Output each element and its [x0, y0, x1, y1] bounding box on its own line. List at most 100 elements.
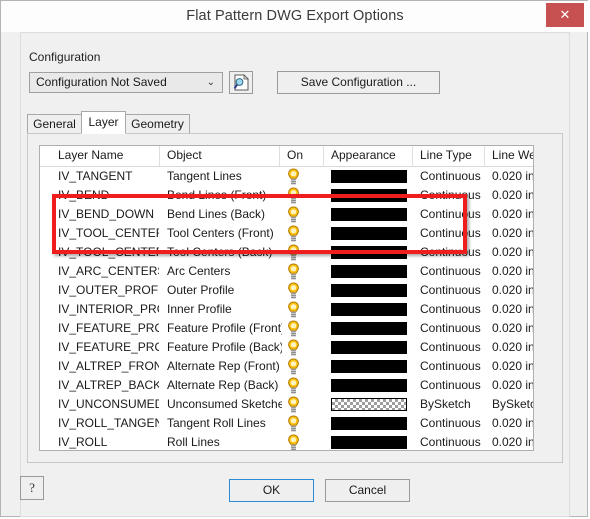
cell-line-type: Continuous — [420, 416, 481, 430]
cell-appearance-swatch[interactable] — [331, 170, 407, 183]
cell-line-weight: 0.020 in — [492, 359, 534, 373]
table-row[interactable]: IV_TOOL_CENTER_ Tool Centers (Back) Contin… — [40, 243, 533, 262]
layer-list[interactable]: Layer Name Object On Appearance Line Type Lin… — [39, 145, 534, 451]
table-row[interactable]: IV_UNCONSUMED_ Unconsumed Sketches BySketc… — [40, 395, 533, 414]
lightbulb-on-icon — [288, 301, 299, 318]
table-row[interactable]: IV_INTERIOR_PRO Inner Profile Continuous 0.… — [40, 300, 533, 319]
table-row[interactable]: IV_ARC_CENTERS Arc Centers Continuous 0.020… — [40, 262, 533, 281]
column-separator[interactable] — [323, 146, 324, 166]
tab-geometry[interactable]: Geometry — [125, 114, 190, 133]
cell-object: Bend Lines (Front) — [167, 188, 267, 202]
cell-appearance-swatch[interactable] — [331, 436, 407, 449]
cell-line-type: Continuous — [420, 283, 481, 297]
cell-on-toggle[interactable] — [287, 377, 321, 394]
column-separator[interactable] — [159, 146, 160, 166]
cell-appearance-swatch[interactable] — [331, 322, 407, 335]
cancel-button[interactable]: Cancel — [325, 479, 410, 502]
save-configuration-button[interactable]: Save Configuration ... — [277, 71, 440, 94]
cell-appearance-swatch[interactable] — [331, 417, 407, 430]
cell-on-toggle[interactable] — [287, 225, 321, 242]
help-icon: ? — [29, 480, 35, 495]
solid-color-swatch — [331, 322, 407, 335]
table-row[interactable]: IV_FEATURE_PROF Feature Profile (Front) Co… — [40, 319, 533, 338]
tab-layer[interactable]: Layer — [81, 111, 126, 134]
solid-color-swatch — [331, 227, 407, 240]
cell-object: Tangent Roll Lines — [167, 416, 266, 430]
dialog-window: Flat Pattern DWG Export Options ✕ Config… — [0, 0, 589, 517]
lightbulb-on-icon — [288, 320, 299, 337]
table-row[interactable]: IV_TANGENT Tangent Lines Continuous 0.020 i… — [40, 167, 533, 186]
solid-color-swatch — [331, 417, 407, 430]
lightbulb-on-icon — [288, 187, 299, 204]
cell-on-toggle[interactable] — [287, 168, 321, 185]
solid-color-swatch — [331, 360, 407, 373]
solid-color-swatch — [331, 170, 407, 183]
table-row[interactable]: IV_OUTER_PROFIL Outer Profile Continuous 0.… — [40, 281, 533, 300]
cell-on-toggle[interactable] — [287, 339, 321, 356]
tab-general[interactable]: General — [27, 114, 82, 133]
table-row[interactable]: IV_FEATURE_PROF Feature Profile (Back) Con… — [40, 338, 533, 357]
cell-object: Bend Lines (Back) — [167, 207, 266, 221]
column-header-line-weight[interactable]: Line Weight — [492, 146, 533, 166]
help-button[interactable]: ? — [20, 476, 44, 500]
browse-configuration-button[interactable] — [229, 71, 253, 94]
cell-appearance-swatch[interactable] — [331, 189, 407, 202]
configuration-select[interactable]: Configuration Not Saved ⌄ — [29, 72, 223, 93]
table-row[interactable]: IV_ALTREP_BACK Alternate Rep (Back) Contin… — [40, 376, 533, 395]
column-separator[interactable] — [484, 146, 485, 166]
lightbulb-on-icon — [288, 168, 299, 185]
column-separator[interactable] — [279, 146, 280, 166]
cell-on-toggle[interactable] — [287, 244, 321, 261]
column-header-line-type[interactable]: Line Type — [420, 146, 472, 166]
cell-line-type: Continuous — [420, 188, 481, 202]
cell-layer-name: IV_ALTREP_FRONT — [58, 359, 159, 373]
table-row[interactable]: IV_ALTREP_FRONT Alternate Rep (Front) Cont… — [40, 357, 533, 376]
cell-on-toggle[interactable] — [287, 282, 321, 299]
cell-on-toggle[interactable] — [287, 358, 321, 375]
cell-appearance-swatch[interactable] — [331, 360, 407, 373]
column-separator[interactable] — [412, 146, 413, 166]
column-header-layer-name[interactable]: Layer Name — [58, 146, 123, 166]
cell-line-weight: 0.020 in — [492, 283, 534, 297]
lightbulb-on-icon — [288, 206, 299, 223]
ok-button[interactable]: OK — [229, 479, 314, 502]
cell-on-toggle[interactable] — [287, 434, 321, 450]
column-header-on[interactable]: On — [287, 146, 303, 166]
cell-object: Tool Centers (Front) — [167, 226, 274, 240]
cell-appearance-swatch[interactable] — [331, 398, 407, 411]
cell-line-weight: 0.020 in — [492, 416, 534, 430]
cell-appearance-swatch[interactable] — [331, 227, 407, 240]
cell-object: Roll Lines — [167, 435, 220, 449]
cell-appearance-swatch[interactable] — [331, 208, 407, 221]
table-row[interactable]: IV_BEND_DOWN Bend Lines (Back) Continuous 0… — [40, 205, 533, 224]
cell-on-toggle[interactable] — [287, 320, 321, 337]
cell-appearance-swatch[interactable] — [331, 379, 407, 392]
lightbulb-on-icon — [288, 339, 299, 356]
column-header-object[interactable]: Object — [167, 146, 202, 166]
cell-appearance-swatch[interactable] — [331, 341, 407, 354]
cell-appearance-swatch[interactable] — [331, 303, 407, 316]
title-bar: Flat Pattern DWG Export Options ✕ — [1, 1, 589, 32]
cell-appearance-swatch[interactable] — [331, 246, 407, 259]
table-row[interactable]: IV_ROLL Roll Lines Continuous 0.020 in — [40, 433, 533, 450]
lightbulb-on-icon — [288, 415, 299, 432]
cell-on-toggle[interactable] — [287, 415, 321, 432]
cell-on-toggle[interactable] — [287, 206, 321, 223]
cell-on-toggle[interactable] — [287, 301, 321, 318]
lightbulb-on-icon — [288, 358, 299, 375]
cell-appearance-swatch[interactable] — [331, 284, 407, 297]
cell-on-toggle[interactable] — [287, 396, 321, 413]
close-button[interactable]: ✕ — [546, 3, 584, 27]
cell-appearance-swatch[interactable] — [331, 265, 407, 278]
cell-layer-name: IV_TOOL_CENTER_ — [58, 245, 159, 259]
column-header-appearance[interactable]: Appearance — [331, 146, 396, 166]
cell-layer-name: IV_BEND — [58, 188, 110, 202]
table-row[interactable]: IV_ROLL_TANGENT Tangent Roll Lines Continu… — [40, 414, 533, 433]
cell-line-weight: 0.020 in — [492, 226, 534, 240]
cell-line-weight: 0.020 in — [492, 188, 534, 202]
dialog-body-panel: Configuration Configuration Not Saved ⌄ … — [20, 32, 570, 497]
cell-on-toggle[interactable] — [287, 263, 321, 280]
cell-on-toggle[interactable] — [287, 187, 321, 204]
table-row[interactable]: IV_BEND Bend Lines (Front) Continuous 0.020… — [40, 186, 533, 205]
table-row[interactable]: IV_TOOL_CENTER Tool Centers (Front) Contin… — [40, 224, 533, 243]
